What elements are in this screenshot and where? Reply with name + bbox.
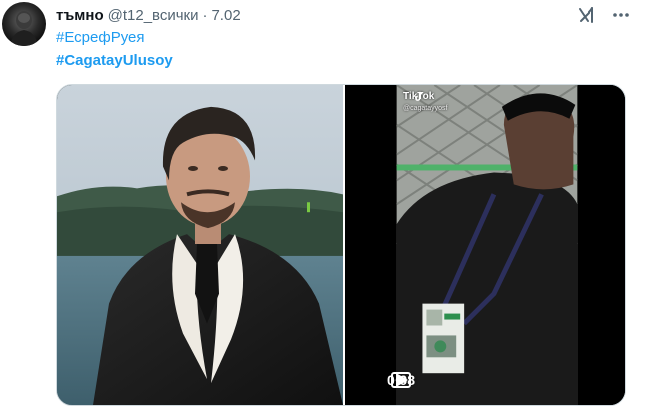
tweet[interactable]: тъмно @t12_всички · 7.02 #ЕсрефРуея #Cag… (0, 0, 658, 415)
tiktok-watermark: TikTok (403, 91, 434, 102)
photo[interactable] (57, 85, 343, 405)
separator: · (202, 6, 208, 24)
tweet-header: тъмно @t12_всички · 7.02 (56, 5, 241, 25)
tiktok-icon (415, 91, 423, 101)
grok-icon[interactable] (576, 4, 598, 26)
hashtag-link[interactable]: #CagatayUlusoy (56, 51, 173, 71)
video-player[interactable]: TikTok @cagatayyosf 0:08 (345, 85, 625, 405)
user-handle[interactable]: @t12_всички (108, 7, 199, 24)
avatar[interactable] (2, 2, 46, 46)
more-icon[interactable] (610, 4, 632, 26)
hashtag-link[interactable]: #ЕсрефРуея (56, 28, 145, 48)
video-controls: 0:08 (357, 369, 445, 391)
media-grid: TikTok @cagatayyosf 0:08 (56, 84, 626, 406)
tiktok-username: @cagatayyosf (403, 105, 448, 112)
display-name[interactable]: тъмно (56, 7, 104, 24)
timestamp[interactable]: 7.02 (211, 7, 240, 24)
cc-icon[interactable] (391, 369, 445, 391)
